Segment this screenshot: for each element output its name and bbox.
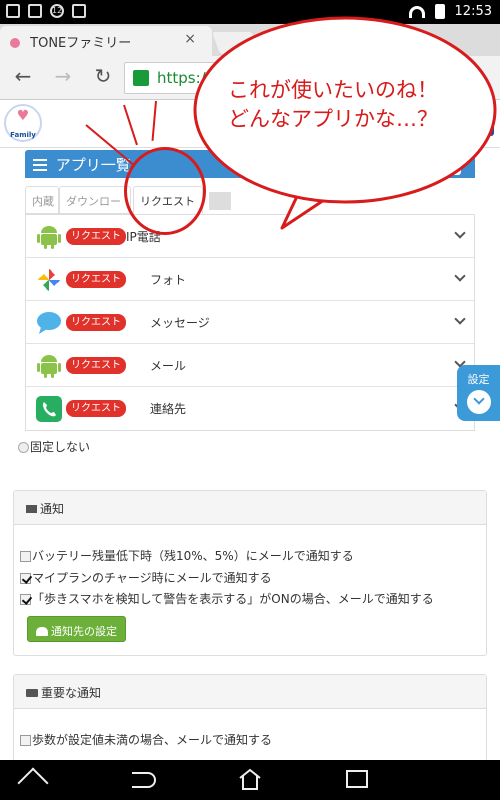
new-tab-button[interactable] <box>211 32 261 54</box>
app-tabs: 内蔵 ダウンロー リクエスト <box>25 186 475 214</box>
app-name: メール <box>150 359 187 373</box>
request-badge: リクエスト <box>66 271 126 288</box>
notify-title: 通知 <box>40 502 65 516</box>
forward-arrow-icon[interactable]: → <box>50 64 76 88</box>
checkbox-label: 「歩きスマホを検知して警告を表示する」がONの場合、メールで通知する <box>32 592 434 606</box>
photos-icon <box>38 269 60 291</box>
nav-home-icon[interactable] <box>238 768 262 790</box>
important-title: 重要な通知 <box>41 686 102 700</box>
notify-option-walking[interactable]: 「歩きスマホを検知して警告を表示する」がONの場合、メールで通知する <box>20 590 434 607</box>
notify-panel: 通知 バッテリー残量低下時（残10%、5%）にメールで通知する マイプランのチャ… <box>13 490 487 656</box>
app-list: リクエスト IP電話 リクエスト フォト リクエスト メッセージ リクエスト メ… <box>25 214 475 431</box>
checkbox-label: バッテリー残量低下時（残10%、5%）にメールで通知する <box>32 549 354 563</box>
app-list-title: アプリ一覧 <box>55 156 131 174</box>
notify-option-battery[interactable]: バッテリー残量低下時（残10%、5%）にメールで通知する <box>20 547 354 564</box>
important-option-steps[interactable]: 歩数が設定値未満の場合、メールで通知する <box>20 731 272 748</box>
request-badge: リクエスト <box>66 228 126 245</box>
request-badge: リクエスト <box>66 314 126 331</box>
app-name: メッセージ <box>150 316 210 330</box>
truck-icon <box>26 689 38 697</box>
battery-icon <box>434 4 445 19</box>
image-notification-icon <box>6 4 20 18</box>
no-fix-radio[interactable]: 固定しない <box>18 438 90 455</box>
chevron-down-icon[interactable] <box>454 313 466 325</box>
list-item[interactable]: リクエスト フォト <box>26 258 474 301</box>
nav-back-icon[interactable] <box>132 772 156 788</box>
arrow-down-icon <box>466 390 491 414</box>
clock: 12:53 <box>454 4 492 19</box>
radio-label: 固定しない <box>30 440 91 454</box>
back-arrow-icon[interactable]: ← <box>10 64 36 88</box>
annotation-line-2: どんなアプリかな…？ <box>228 107 438 131</box>
heart-icon: ♥ <box>16 108 30 124</box>
settings-label: 設定 <box>467 373 490 386</box>
app-name: 連絡先 <box>150 402 187 416</box>
chevron-down-icon[interactable] <box>454 227 466 239</box>
list-item[interactable]: リクエスト メッセージ <box>26 301 474 344</box>
checkbox[interactable] <box>20 551 31 562</box>
important-notify-panel: 重要な通知 歩数が設定値未満の場合、メールで通知する <box>13 674 487 764</box>
list-item[interactable]: リクエスト 連絡先 <box>26 387 474 430</box>
nav-recent-icon[interactable] <box>346 770 368 788</box>
request-badge: リクエスト <box>66 400 126 417</box>
app-name: フォト <box>150 273 187 287</box>
radio-button[interactable] <box>18 442 29 453</box>
browser-tab-strip: TONEファミリー × <box>0 24 500 56</box>
status-bar: 12 12:53 <box>0 0 500 24</box>
checkbox-label: 歩数が設定値未満の場合、メールで通知する <box>32 733 273 747</box>
favicon-icon <box>10 38 20 48</box>
tone-family-logo[interactable]: ♥ Family <box>4 104 42 142</box>
list-item[interactable]: リクエスト IP電話 <box>26 215 474 258</box>
wifi-icon <box>408 5 425 18</box>
lock-icon <box>133 70 149 86</box>
annotation-line-1: これが使いたいのね！ <box>228 78 438 102</box>
settings-float-button[interactable]: 設定 <box>457 365 500 421</box>
close-tab-icon[interactable]: × <box>184 31 196 47</box>
android-nav-bar <box>0 760 500 800</box>
checkbox[interactable] <box>20 594 31 605</box>
url-text: https:// <box>157 69 211 87</box>
important-heading: 重要な通知 <box>14 675 486 709</box>
list-item[interactable]: リクエスト メール <box>26 344 474 387</box>
phone-icon <box>36 396 62 422</box>
request-badge: リクエスト <box>66 357 126 374</box>
notify-heading: 通知 <box>14 491 486 525</box>
android-icon <box>37 226 61 249</box>
reload-icon[interactable]: ↻ <box>90 64 116 88</box>
users-icon <box>36 627 48 636</box>
notify-option-charge[interactable]: マイプランのチャージ時にメールで通知する <box>20 569 272 586</box>
header-window-button[interactable] <box>435 153 461 175</box>
checkbox[interactable] <box>20 573 31 584</box>
logo-text: Family <box>10 131 36 139</box>
envelope-icon <box>26 505 37 513</box>
clipboard-icon <box>72 4 86 18</box>
annotation-circle <box>124 147 206 235</box>
android-icon <box>37 355 61 378</box>
list-icon <box>33 159 47 171</box>
app-list-panel: アプリ一覧 内蔵 ダウンロー リクエスト リクエスト IP電話 リクエスト フォ… <box>25 150 475 440</box>
annotation-text: これが使いたいのね！ どんなアプリかな…？ <box>228 76 468 134</box>
checkbox-label: マイプランのチャージ時にメールで通知する <box>32 571 272 585</box>
notify-target-button[interactable]: 通知先の設定 <box>27 616 126 642</box>
header-option-button[interactable] <box>389 153 415 175</box>
notification-count-icon: 12 <box>50 4 64 18</box>
app-list-heading: アプリ一覧 <box>25 150 475 178</box>
nav-up-icon[interactable] <box>17 767 49 799</box>
tab-download[interactable]: ダウンロー <box>59 186 131 214</box>
tab-scroll-arrow[interactable] <box>209 192 231 210</box>
button-label: 通知先の設定 <box>51 625 117 638</box>
tab-builtin[interactable]: 内蔵 <box>25 186 59 214</box>
checkbox[interactable] <box>20 735 31 746</box>
browser-tab[interactable]: TONEファミリー × <box>0 26 212 56</box>
sd-card-icon <box>28 4 42 18</box>
message-icon <box>37 312 61 334</box>
tab-title: TONEファミリー <box>30 36 132 51</box>
chevron-down-icon[interactable] <box>454 270 466 282</box>
